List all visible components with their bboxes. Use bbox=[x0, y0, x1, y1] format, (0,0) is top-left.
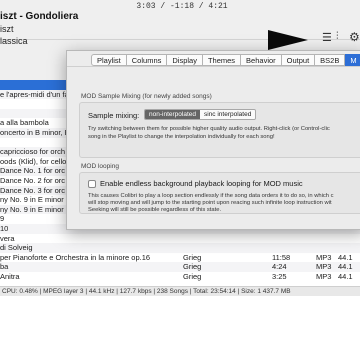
tab-m[interactable]: M bbox=[345, 54, 360, 66]
playlist-row[interactable]: per Pianoforte e Orchestra in la minore … bbox=[0, 253, 360, 263]
endless-looping-checkbox[interactable] bbox=[88, 180, 96, 188]
sample-mixing-label: Sample mixing: bbox=[88, 111, 140, 120]
playlist-cell-format: MP3 bbox=[316, 262, 332, 272]
settings-panel: Playlist Columns Display Themes Behavior Outp… bbox=[66, 50, 360, 230]
playlist-cell-artist: Grieg bbox=[183, 272, 202, 281]
song-artist: iszt bbox=[0, 24, 14, 34]
playlist-cell-rate: 44.1 bbox=[338, 272, 353, 281]
playlist-cell-title: per Pianoforte e Orchestra in la minore … bbox=[0, 252, 151, 262]
playlist-cell-time: 11:58 bbox=[272, 252, 291, 262]
sliders-icon[interactable]: ⫶ bbox=[336, 31, 339, 42]
time-display[interactable]: 3:03 / -1:18 / 4:21 bbox=[122, 2, 242, 11]
playlist-row[interactable]: ba Grieg 4:24 MP3 44.1 bbox=[0, 262, 360, 272]
endless-looping-label[interactable]: Enable endless background playback loopi… bbox=[100, 179, 303, 188]
playlist-cell-title: di Solveig bbox=[0, 243, 33, 253]
sample-mixing-segmented-control[interactable]: non-interpolated sinc interpolated bbox=[144, 109, 257, 120]
tab-divider bbox=[67, 66, 360, 67]
tab-output[interactable]: Output bbox=[281, 54, 316, 66]
sample-mixing-description-1: Try switching between them for possible … bbox=[88, 126, 330, 132]
playlist-cell-format: MP3 bbox=[316, 252, 332, 262]
status-bar: CPU: 0.48% | MPEG layer 3 | 44.1 kHz | 1… bbox=[0, 286, 360, 296]
gear-icon[interactable]: ⚙ bbox=[349, 30, 360, 44]
playlist-row[interactable]: Anitra Grieg 3:25 MP3 44.1 bbox=[0, 272, 360, 282]
play-icon[interactable] bbox=[268, 30, 308, 50]
playlist-row[interactable]: vera bbox=[0, 234, 360, 244]
song-title: iszt - Gondoliera bbox=[0, 11, 79, 22]
playlist-cell-rate: 44.1 bbox=[338, 252, 353, 262]
playlist-cell-time: 3:25 bbox=[272, 272, 287, 281]
tab-display[interactable]: Display bbox=[167, 54, 203, 66]
playlist-cell-time: 4:24 bbox=[272, 262, 287, 272]
playlist-cell-title: Anitra bbox=[0, 272, 20, 281]
settings-tabbar: Playlist Columns Display Themes Behavior Outp… bbox=[91, 54, 360, 66]
looping-group-title: MOD looping bbox=[81, 163, 119, 170]
playlist-cell-rate: 44.1 bbox=[338, 262, 353, 272]
playlist-cell-format: MP3 bbox=[316, 272, 332, 281]
playlist-cell-artist: Grieg bbox=[183, 252, 202, 262]
segment-non-interpolated[interactable]: non-interpolated bbox=[145, 110, 200, 119]
tab-columns[interactable]: Columns bbox=[126, 54, 168, 66]
tab-behavior[interactable]: Behavior bbox=[241, 54, 282, 66]
tab-bs2b[interactable]: BS2B bbox=[315, 54, 346, 66]
tab-playlist[interactable]: Playlist bbox=[91, 54, 127, 66]
playlist-cell-title: vera bbox=[0, 233, 15, 243]
sample-mixing-group-title: MOD Sample Mixing (for newly added songs… bbox=[81, 93, 212, 100]
tab-themes[interactable]: Themes bbox=[202, 54, 242, 66]
playlist-row[interactable]: di Solveig bbox=[0, 243, 360, 253]
sample-mixing-group: Sample mixing: non-interpolated sinc inte… bbox=[79, 102, 360, 158]
segment-sinc-interpolated[interactable]: sinc interpolated bbox=[199, 110, 256, 119]
sample-mixing-description-2: song in the Playlist to change the inter… bbox=[88, 134, 275, 140]
looping-description-3: Seeking will still be possible regardles… bbox=[88, 207, 222, 213]
looping-group: Enable endless background playback loopi… bbox=[79, 172, 360, 214]
playlist-cell-artist: Grieg bbox=[183, 262, 202, 272]
list-icon[interactable]: ☰ bbox=[322, 31, 332, 44]
playlist-cell-title: ba bbox=[0, 262, 9, 272]
song-album: lassica bbox=[0, 36, 28, 46]
